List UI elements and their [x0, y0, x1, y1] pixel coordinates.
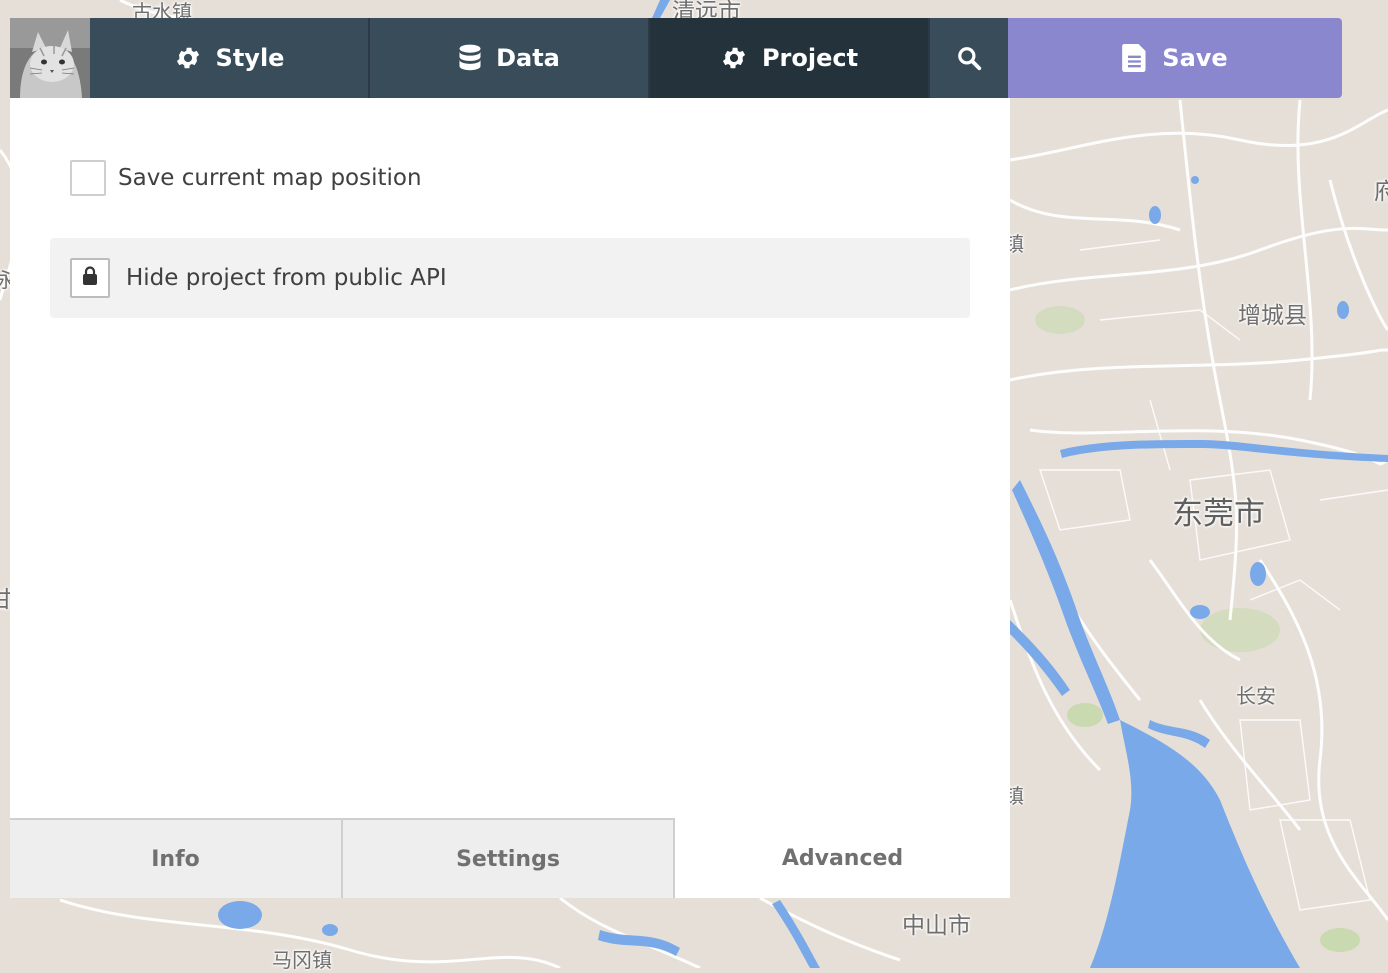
- map-label-magang: 马冈镇: [272, 948, 332, 972]
- project-panel: Save current map position Hide project f…: [10, 98, 1010, 898]
- save-map-position-label[interactable]: Save current map position: [118, 165, 422, 191]
- panel-bottom-tabs: Info Settings Advanced: [10, 818, 1010, 898]
- save-map-position-checkbox[interactable]: [70, 160, 106, 196]
- avatar[interactable]: [10, 18, 90, 98]
- tab-style[interactable]: Style: [90, 18, 370, 98]
- hide-from-api-toggle[interactable]: [70, 258, 110, 298]
- gear-icon: [720, 44, 748, 72]
- gear-icon: [174, 44, 202, 72]
- map-label-changan: 长安: [1236, 684, 1276, 708]
- hide-from-api-row[interactable]: Hide project from public API: [50, 238, 970, 318]
- map-label-dongguan: 东莞市: [1172, 496, 1265, 532]
- search-button[interactable]: [930, 18, 1008, 98]
- tab-data-label: Data: [496, 44, 560, 72]
- tab-style-label: Style: [215, 44, 285, 72]
- map-label-edge-fu: 府: [1374, 179, 1388, 205]
- main-toolbar: Style Data Project Save: [10, 18, 1344, 98]
- save-button[interactable]: Save: [1008, 18, 1342, 98]
- avatar-cat-image: [10, 18, 90, 98]
- database-icon: [458, 44, 482, 72]
- lock-icon: [82, 266, 98, 290]
- tab-data[interactable]: Data: [370, 18, 650, 98]
- tab-project-label: Project: [761, 44, 859, 72]
- tab-settings[interactable]: Settings: [343, 818, 675, 898]
- tab-info[interactable]: Info: [10, 818, 343, 898]
- tab-advanced[interactable]: Advanced: [675, 818, 1010, 898]
- map-label-zhongshan: 中山市: [902, 913, 971, 939]
- save-map-position-row[interactable]: Save current map position: [70, 160, 422, 196]
- search-icon: [956, 45, 982, 71]
- save-label: Save: [1162, 44, 1228, 72]
- tab-project[interactable]: Project: [650, 18, 930, 98]
- hide-from-api-label: Hide project from public API: [126, 265, 447, 291]
- map-label-zengcheng: 增城县: [1238, 303, 1307, 329]
- document-icon: [1122, 44, 1148, 72]
